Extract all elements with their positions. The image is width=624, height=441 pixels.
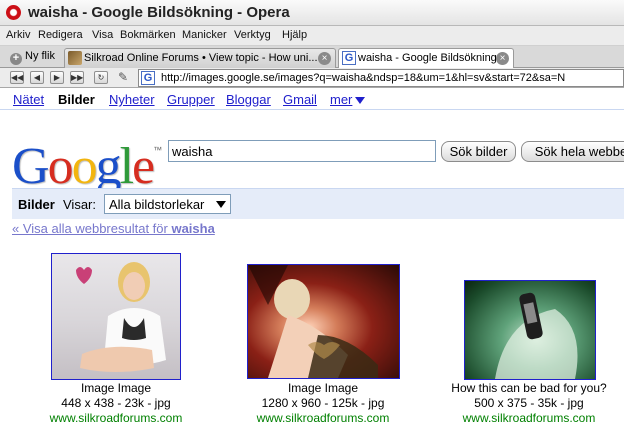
gbar-more[interactable]: mer: [330, 92, 366, 107]
gbar-link-news[interactable]: Nyheter: [109, 92, 155, 107]
url-text: http://images.google.se/images?q=waisha&…: [161, 72, 566, 84]
thumbnail-image: [76, 262, 166, 372]
menu-manicker[interactable]: Manicker: [182, 29, 227, 41]
tab-label: waisha - Google Bildsökning: [358, 52, 497, 64]
trademark: ™: [153, 145, 163, 155]
result-meta: 1280 x 960 - 125k - jpg: [261, 396, 385, 410]
back-link-query: waisha: [171, 221, 215, 236]
result-title: Image Image: [80, 381, 152, 395]
filter-bar: Bilder Visar: Alla bildstorlekar: [12, 188, 624, 219]
back-icon[interactable]: ◀: [30, 71, 44, 84]
result-meta: 500 x 375 - 35k - jpg: [474, 396, 584, 410]
image-size-select[interactable]: Alla bildstorlekar: [104, 194, 231, 214]
reload-icon[interactable]: ↻: [94, 71, 108, 84]
google-favicon-icon: G: [141, 71, 155, 85]
search-web-button[interactable]: Sök hela webbe: [521, 141, 624, 162]
menu-hjalp[interactable]: Hjälp: [282, 29, 307, 41]
menu-verktyg[interactable]: Verktyg: [234, 29, 271, 41]
menu-arkiv[interactable]: Arkiv: [6, 29, 30, 41]
tab-google-images[interactable]: G waisha - Google Bildsökning ×: [338, 48, 514, 68]
tab-silkroad[interactable]: Silkroad Online Forums • View topic - Ho…: [64, 48, 336, 68]
thumbnail-image: [248, 265, 378, 378]
window-title: waisha - Google Bildsökning - Opera: [28, 4, 290, 21]
fast-forward-icon[interactable]: ▶▶: [70, 71, 84, 84]
menu-bar: Arkiv Redigera Visa Bokmärken Manicker V…: [0, 26, 624, 46]
result-site[interactable]: www.silkroadforums.com: [434, 411, 624, 426]
tab-label: Silkroad Online Forums • View topic - Ho…: [84, 52, 318, 64]
silkroad-favicon-icon: [68, 51, 82, 65]
gbar-link-groups[interactable]: Grupper: [167, 92, 215, 107]
image-size-value: Alla bildstorlekar: [109, 197, 205, 212]
address-toolbar: ◀◀ ◀ ▶ ▶▶ ↻ ✎ G http://images.google.se/…: [0, 68, 624, 88]
menu-bokmarken[interactable]: Bokmärken: [120, 29, 176, 41]
showing-label: Visar:: [63, 197, 96, 212]
gbar-current-images: Bilder: [58, 92, 95, 107]
result-thumbnail[interactable]: [247, 264, 400, 379]
back-to-web-results-link[interactable]: « Visa alla webbresultat för waisha: [12, 221, 215, 236]
google-bar: Nätet Bilder Nyheter Grupper Bloggar Gma…: [0, 90, 624, 110]
result-thumbnail[interactable]: [464, 280, 596, 380]
result-thumbnail[interactable]: [51, 253, 181, 380]
new-tab-label: Ny flik: [25, 50, 55, 62]
section-label: Bilder: [18, 197, 55, 212]
thumbnail-image: [495, 292, 578, 379]
plus-icon: +: [10, 53, 22, 65]
pencil-icon[interactable]: ✎: [118, 71, 134, 84]
chevron-down-icon: [355, 97, 366, 104]
search-input[interactable]: [168, 140, 436, 162]
result-title: How this can be bad for you?: [451, 381, 607, 395]
tab-bar: + Ny flik Silkroad Online Forums • View t…: [0, 46, 624, 68]
google-favicon-icon: G: [342, 51, 356, 65]
close-icon[interactable]: ×: [496, 52, 509, 65]
new-tab-button[interactable]: + Ny flik: [10, 50, 55, 65]
gbar-link-web[interactable]: Nätet: [13, 92, 44, 107]
menu-redigera[interactable]: Redigera: [38, 29, 83, 41]
address-field[interactable]: G http://images.google.se/images?q=waish…: [138, 69, 624, 87]
rewind-icon[interactable]: ◀◀: [10, 71, 24, 84]
forward-icon[interactable]: ▶: [50, 71, 64, 84]
result-title: Image Image: [287, 381, 359, 395]
result-site[interactable]: www.silkroadforums.com: [21, 411, 211, 426]
menu-visa[interactable]: Visa: [92, 29, 113, 41]
chevron-down-icon: [216, 201, 226, 208]
close-icon[interactable]: ×: [318, 52, 331, 65]
result-meta: 448 x 438 - 23k - jpg: [61, 396, 171, 410]
search-images-button[interactable]: Sök bilder: [441, 141, 516, 162]
gbar-link-gmail[interactable]: Gmail: [283, 92, 317, 107]
google-logo[interactable]: Google™: [12, 121, 162, 196]
gbar-link-blogs[interactable]: Bloggar: [226, 92, 271, 107]
result-site[interactable]: www.silkroadforums.com: [228, 411, 418, 426]
back-link-prefix: « Visa alla webbresultat för: [12, 221, 172, 236]
window-titlebar: waisha - Google Bildsökning - Opera: [0, 0, 624, 26]
gbar-more-label: mer: [330, 92, 353, 107]
opera-logo-icon: [6, 5, 21, 20]
